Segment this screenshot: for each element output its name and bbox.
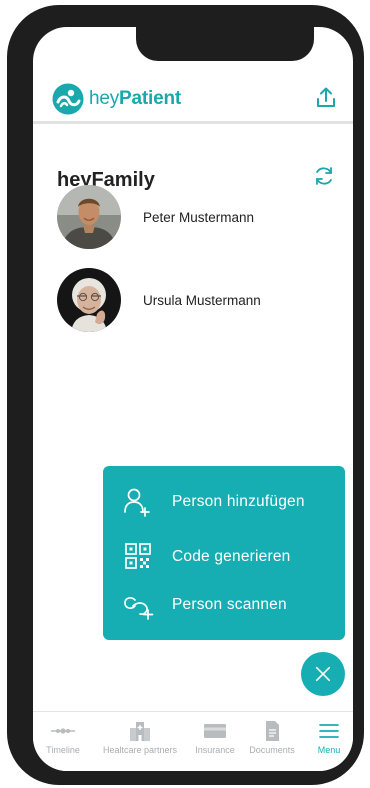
add-person-icon (124, 488, 150, 517)
app-header: heyPatient (33, 77, 353, 124)
timeline-icon (51, 728, 75, 734)
upload-button[interactable] (313, 85, 339, 111)
upload-icon (317, 87, 335, 107)
app-logo[interactable]: heyPatient (51, 82, 181, 116)
app-screen: heyPatient heyFamily Peter Mustermann Ur… (33, 27, 353, 771)
menu-item-label: Code generieren (172, 548, 291, 565)
tab-label: Documents (249, 745, 295, 755)
qr-code-icon (125, 543, 151, 569)
menu-item-add-person[interactable]: Person hinzufügen (103, 482, 345, 522)
tab-label: Menu (317, 745, 341, 755)
person-name: Ursula Mustermann (143, 292, 261, 308)
app-name: heyPatient (89, 88, 181, 109)
menu-item-label: Person hinzufügen (172, 493, 305, 510)
person-photo-ursula (57, 268, 121, 332)
scan-person-icon (124, 597, 154, 620)
tab-insurance[interactable]: Insurance (191, 720, 239, 764)
menu-item-label: Person scannen (172, 596, 287, 613)
menu-icon (319, 724, 339, 738)
menu-item-scan-person[interactable]: Person scannen (103, 585, 345, 625)
bottom-tab-bar: Timeline Healtcare partners Insurance Do… (33, 711, 353, 771)
tab-label: Timeline (46, 745, 80, 755)
document-icon (266, 721, 279, 741)
menu-item-generate-code[interactable]: Code generieren (103, 537, 345, 577)
tab-label: Insurance (195, 745, 235, 755)
card-icon (204, 724, 226, 738)
person-name: Peter Mustermann (143, 209, 255, 225)
list-item-person[interactable]: Ursula Mustermann (57, 267, 337, 333)
heypatient-logo-icon (52, 83, 84, 115)
tab-documents[interactable]: Documents (245, 720, 299, 764)
tab-timeline[interactable]: Timeline (41, 720, 85, 764)
tab-label: Healtcare partners (102, 745, 178, 755)
add-person-menu: Person hinzufügen Code generieren Person… (103, 466, 345, 640)
avatar (57, 268, 121, 332)
tab-menu[interactable]: Menu (309, 720, 349, 764)
close-icon (315, 666, 331, 682)
person-photo-peter (57, 185, 121, 249)
phone-notch (136, 27, 314, 61)
tab-healthcare-partners[interactable]: Healtcare partners (95, 720, 185, 764)
phone-frame: heyPatient heyFamily Peter Mustermann Ur… (7, 5, 364, 785)
close-menu-button[interactable] (301, 652, 345, 696)
hospital-icon (130, 722, 150, 741)
avatar (57, 185, 121, 249)
list-item-person[interactable]: Peter Mustermann (57, 184, 337, 250)
